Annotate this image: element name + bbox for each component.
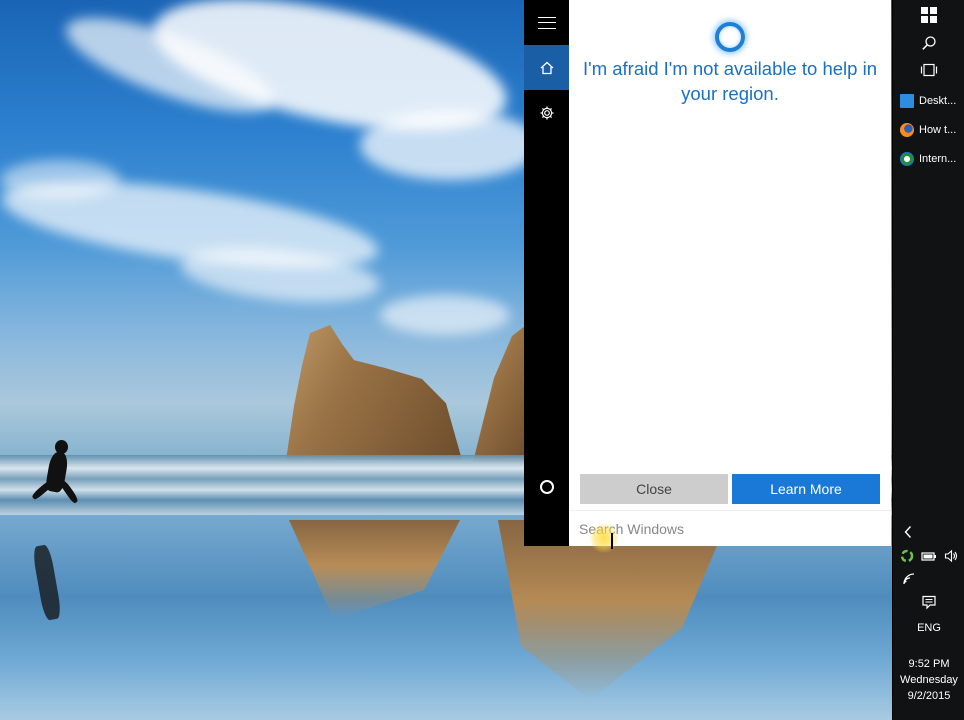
taskbar-app-firefox[interactable]: How t...	[893, 116, 964, 144]
learn-more-button[interactable]: Learn More	[732, 474, 880, 504]
taskbar: Deskt... How t... Intern... ENG 9:52 PM …	[892, 0, 964, 720]
cortana-button[interactable]	[524, 464, 569, 509]
search-button[interactable]	[893, 30, 964, 56]
volume-icon[interactable]	[944, 549, 958, 563]
settings-button[interactable]	[524, 90, 569, 135]
clock-time[interactable]: 9:52 PM	[893, 658, 964, 670]
sea-rock	[286, 325, 462, 460]
action-center-button[interactable]	[893, 589, 964, 615]
cloud	[0, 160, 120, 200]
internet-explorer-icon	[900, 152, 914, 166]
task-view-icon	[920, 63, 938, 77]
firefox-icon	[900, 123, 914, 137]
search-input[interactable]	[579, 519, 879, 539]
gear-icon	[540, 106, 553, 119]
windows-logo-icon	[921, 7, 937, 23]
cortana-message: I'm afraid I'm not available to help in …	[583, 58, 877, 104]
battery-icon[interactable]	[921, 550, 937, 562]
text-cursor-icon	[611, 533, 613, 549]
sea-rock	[473, 322, 530, 462]
cortana-nav-rail	[524, 0, 569, 546]
cloud	[380, 295, 510, 335]
cortana-logo-icon	[715, 22, 745, 52]
search-icon	[922, 36, 936, 50]
task-view-button[interactable]	[893, 57, 964, 83]
chevron-left-icon	[904, 526, 912, 538]
start-button[interactable]	[893, 2, 964, 28]
cortana-circle-icon	[539, 479, 554, 494]
cortana-panel: I'm afraid I'm not available to help in …	[569, 0, 891, 553]
notification-icon	[922, 595, 936, 610]
home-icon	[540, 61, 553, 74]
clock-day[interactable]: Wednesday	[893, 674, 964, 686]
close-button[interactable]: Close	[580, 474, 728, 504]
show-hidden-icons-button[interactable]	[893, 519, 964, 545]
wifi-icon	[903, 573, 915, 585]
hamburger-menu-button[interactable]	[524, 0, 569, 45]
search-box[interactable]	[569, 510, 891, 553]
taskbar-app-internet-explorer[interactable]: Intern...	[893, 145, 964, 173]
input-language[interactable]: ENG	[893, 622, 964, 634]
hamburger-menu-icon	[537, 16, 556, 29]
clock-date[interactable]: 9/2/2015	[893, 690, 964, 702]
taskbar-app-desktop[interactable]: Deskt...	[893, 87, 964, 115]
desktop-icon	[900, 94, 914, 108]
taskbar-app-label: Deskt...	[919, 95, 957, 107]
recycle-tray-icon[interactable]	[900, 549, 914, 563]
home-button[interactable]	[524, 45, 569, 90]
taskbar-app-label: How t...	[919, 124, 957, 136]
cloud	[360, 110, 540, 180]
taskbar-app-label: Intern...	[919, 153, 957, 165]
